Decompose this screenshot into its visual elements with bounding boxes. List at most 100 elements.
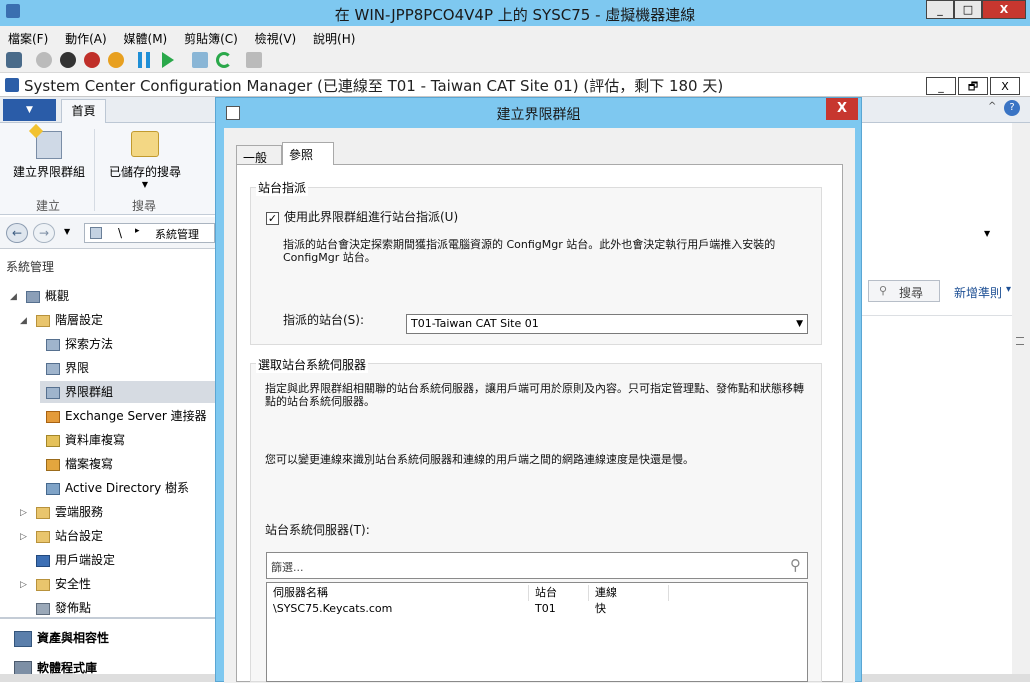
- tree-item-boundaries[interactable]: 界限: [46, 357, 89, 379]
- tree-item-db-replication[interactable]: 資料庫複寫: [46, 429, 125, 451]
- create-boundary-group-button[interactable]: 建立界限群組: [8, 123, 90, 185]
- help-icon[interactable]: ?: [1004, 100, 1020, 116]
- site-servers-list[interactable]: 伺服器名稱 站台 連線 \SYSC75.Keycats.com T01 快: [266, 582, 808, 682]
- results-separator: [860, 315, 1012, 316]
- back-arrow-icon[interactable]: ←: [6, 223, 28, 243]
- folder-icon: [36, 314, 50, 327]
- sccm-title-bar: System Center Configuration Manager (已連線…: [0, 73, 1030, 97]
- folder-icon: [36, 506, 50, 519]
- row-server-name[interactable]: \SYSC75.Keycats.com: [273, 602, 392, 616]
- site-servers-title: 選取站台系統伺服器: [256, 356, 369, 373]
- use-for-site-assignment-checkbox[interactable]: ✓: [266, 212, 279, 225]
- tree-item-hierarchy[interactable]: 階層設定: [36, 309, 103, 331]
- ribbon: 建立界限群組 已儲存的搜尋 ▼ 建立 搜尋: [0, 123, 216, 215]
- tree-item-ad-forests[interactable]: Active Directory 樹系: [46, 477, 189, 499]
- tree-item-exchange[interactable]: Exchange Server 連接器: [46, 405, 207, 427]
- column-site[interactable]: 站台: [529, 585, 589, 601]
- ribbon-menu-button[interactable]: ▼: [3, 99, 56, 121]
- pause-icon[interactable]: [138, 52, 150, 68]
- distribution-point-icon: [36, 602, 50, 615]
- tree-item-client-settings[interactable]: 用戶端設定: [36, 549, 115, 571]
- ribbon-divider: [94, 129, 95, 211]
- resume-icon[interactable]: [162, 52, 174, 68]
- navigation-pane: 系統管理 ◢ 概觀 ◢ 階層設定 探索方法 界限 界限群組 Exchange S…: [0, 249, 216, 682]
- tree-item-distribution-points[interactable]: 發佈點: [36, 597, 91, 619]
- saved-search-icon: [131, 131, 159, 157]
- tree-item-boundary-groups[interactable]: 界限群組: [40, 381, 216, 403]
- forest-icon: [46, 482, 60, 495]
- sccm-restore-button[interactable]: 🗗: [958, 77, 988, 95]
- saved-search-button[interactable]: 已儲存的搜尋 ▼: [102, 127, 188, 189]
- assigned-site-value: T01-Taiwan CAT Site 01: [411, 317, 539, 330]
- checkpoint-icon[interactable]: [192, 52, 208, 68]
- save-state-icon[interactable]: [108, 52, 124, 68]
- filter-input[interactable]: 篩選... ⚲: [266, 552, 808, 579]
- shutdown-icon[interactable]: [84, 52, 100, 68]
- add-criteria-link[interactable]: 新增準則: [954, 284, 1002, 301]
- dialog-title-bar: 建立界限群組 X: [216, 98, 861, 128]
- column-connection[interactable]: 連線: [589, 585, 669, 601]
- search-box[interactable]: ⚲ 搜尋: [868, 280, 940, 302]
- vertical-scrollbar[interactable]: [1012, 123, 1030, 682]
- overview-icon: [26, 290, 40, 303]
- sccm-close-button[interactable]: X: [990, 77, 1020, 95]
- column-server-name[interactable]: 伺服器名稱: [267, 585, 529, 601]
- discovery-icon: [46, 338, 60, 351]
- collapsed-arrow-icon[interactable]: ▷: [20, 508, 27, 518]
- sccm-minimize-button[interactable]: _: [926, 77, 956, 95]
- menu-file[interactable]: 檔案(F): [0, 26, 53, 47]
- expand-arrow-icon[interactable]: ◢: [10, 292, 17, 302]
- tree-item-overview[interactable]: 概觀: [26, 285, 69, 307]
- forward-arrow-icon[interactable]: →: [33, 223, 55, 243]
- tab-home[interactable]: 首頁: [61, 99, 106, 123]
- chevron-down-icon: ▼: [141, 180, 149, 189]
- turn-off-icon[interactable]: [60, 52, 76, 68]
- tree-item-file-replication[interactable]: 檔案複寫: [46, 453, 113, 475]
- row-connection: 快: [595, 602, 606, 615]
- breadcrumb-root-icon: [90, 227, 102, 239]
- breadcrumb-administration[interactable]: 系統管理: [155, 226, 199, 242]
- dialog-close-button[interactable]: X: [826, 98, 858, 120]
- ribbon-group-create: 建立: [36, 199, 61, 213]
- assigned-site-select[interactable]: T01-Taiwan CAT Site 01 ▼: [406, 314, 808, 334]
- tree-item-cloud[interactable]: 雲端服務: [36, 501, 103, 523]
- vm-maximize-button[interactable]: □: [954, 0, 982, 19]
- enhanced-session-icon[interactable]: [246, 52, 262, 68]
- vm-close-button[interactable]: X: [982, 0, 1026, 19]
- start-icon[interactable]: [36, 52, 52, 68]
- breadcrumb-chevron[interactable]: ▸: [135, 226, 140, 236]
- tree-item-security[interactable]: 安全性: [36, 573, 91, 595]
- address-dropdown-icon[interactable]: ▼: [984, 229, 990, 238]
- menu-media[interactable]: 媒體(M): [116, 26, 173, 47]
- revert-icon[interactable]: [216, 52, 232, 68]
- chevron-down-icon: ▼: [796, 319, 803, 329]
- search-icon: ⚲: [790, 556, 801, 574]
- expand-arrow-icon[interactable]: ◢: [20, 316, 27, 326]
- menu-view[interactable]: 檢視(V): [247, 26, 302, 47]
- ribbon-collapse-icon[interactable]: ^: [988, 101, 996, 112]
- add-criteria-chevron-icon: ▾: [1006, 284, 1012, 295]
- tree-item-discovery[interactable]: 探索方法: [46, 333, 113, 355]
- tab-general[interactable]: 一般: [236, 145, 282, 165]
- use-for-site-assignment-label[interactable]: 使用此界限群組進行站台指派(U): [284, 211, 458, 224]
- tree-item-site-config[interactable]: 站台設定: [36, 525, 103, 547]
- sccm-app-icon: [5, 78, 19, 92]
- row-site: T01: [535, 602, 556, 615]
- workspace-assets[interactable]: 資產與相容性: [14, 627, 109, 649]
- collapsed-arrow-icon[interactable]: ▷: [20, 580, 27, 590]
- vm-minimize-button[interactable]: _: [926, 0, 954, 19]
- menu-action[interactable]: 動作(A): [57, 26, 112, 47]
- scroll-grip-icon: [1016, 337, 1024, 345]
- menu-clipboard[interactable]: 剪貼簿(C): [176, 26, 243, 47]
- folder-icon: [36, 578, 50, 591]
- results-pane: ▼ ⚲ 搜尋 新增準則 ▾: [860, 217, 1030, 682]
- menu-help[interactable]: 說明(H): [305, 26, 360, 47]
- vm-title-bar: 在 WIN-JPP8PCO4V4P 上的 SYSC75 - 虛擬機器連線 _ □…: [0, 0, 1030, 26]
- ctrl-alt-del-icon[interactable]: [6, 52, 22, 68]
- history-dropdown-icon[interactable]: ▼: [64, 227, 70, 236]
- collapsed-arrow-icon[interactable]: ▷: [20, 532, 27, 542]
- pane-title: 系統管理: [6, 260, 55, 274]
- breadcrumb: \ ▸ 系統管理: [84, 223, 215, 243]
- site-assignment-title: 站台指派: [256, 179, 309, 196]
- tab-references[interactable]: 參照: [282, 142, 334, 165]
